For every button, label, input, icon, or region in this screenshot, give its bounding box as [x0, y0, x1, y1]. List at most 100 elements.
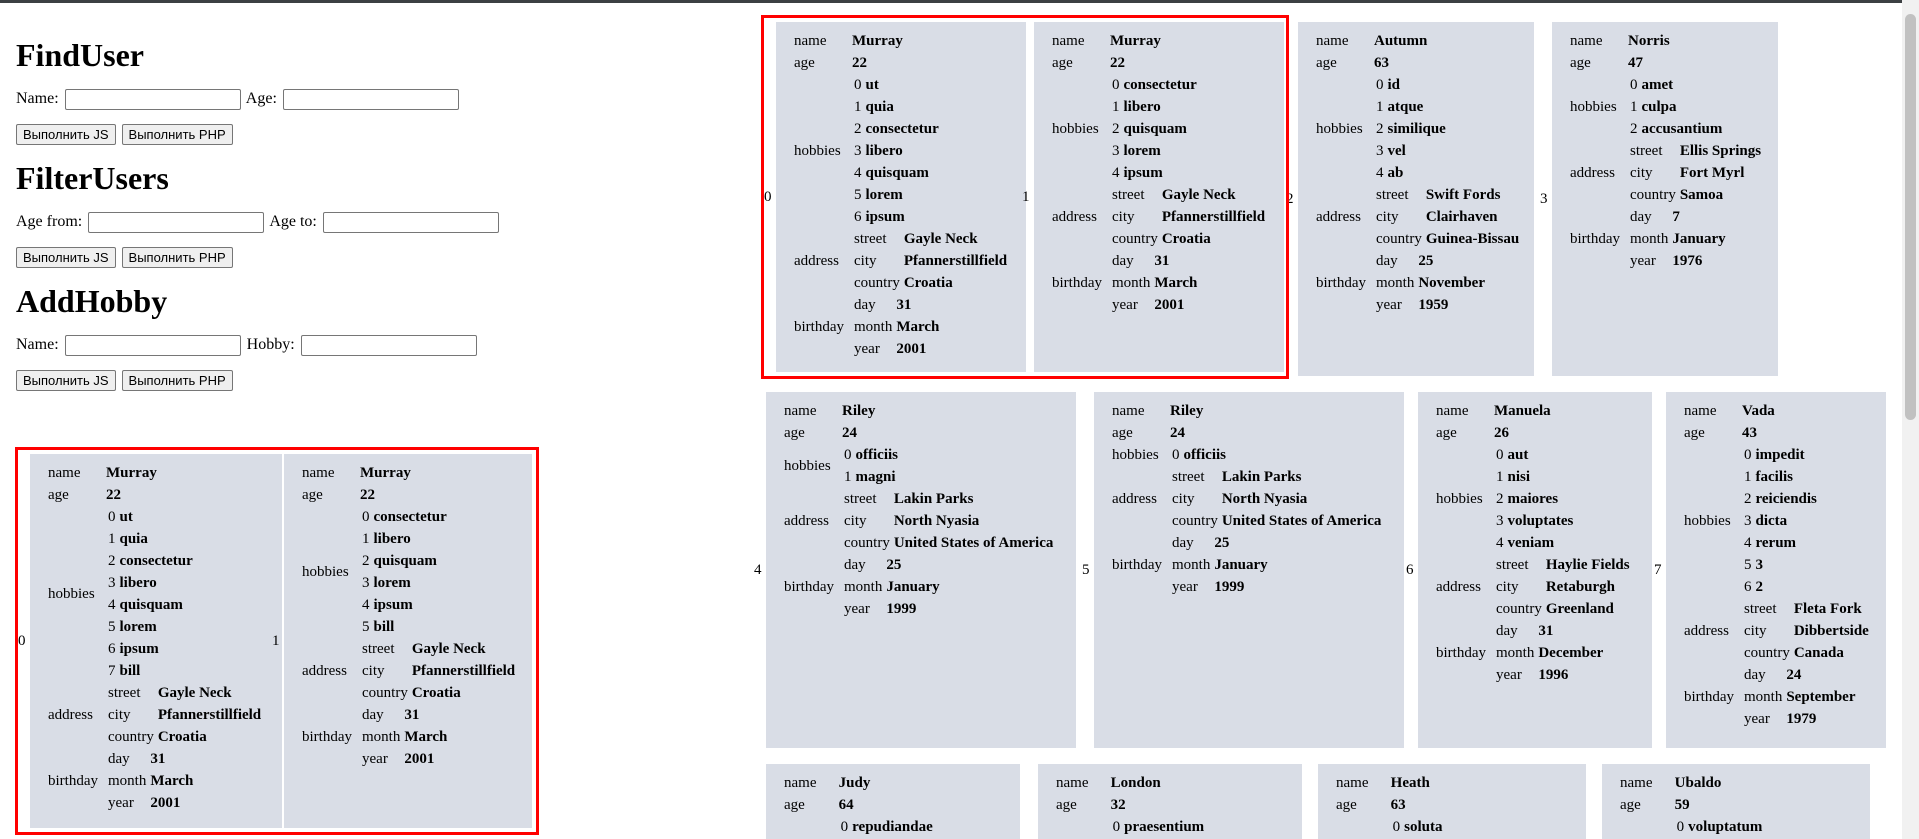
hobby-index: 0 — [1392, 819, 1401, 835]
field-value-cell: Judy — [835, 772, 939, 794]
user-age-value: 47 — [1628, 55, 1643, 71]
addhobby-js-button[interactable]: Выполнить JS — [16, 370, 116, 391]
address-row: city Pfannerstillfield — [360, 660, 517, 682]
birthday-value-cell: 31 — [1152, 250, 1199, 272]
field-value-cell: 22 — [102, 484, 267, 506]
hobby-index: 0 — [1172, 447, 1180, 463]
user-field-row: birthday day 31 month March year 2001 — [1048, 250, 1271, 316]
field-label-birthday: birthday — [1052, 275, 1102, 291]
hobby-value-cell: quia — [118, 528, 195, 550]
address-city-value: Pfannerstillfield — [157, 707, 262, 723]
field-value-cell: Murray — [848, 30, 1013, 52]
addhobby-hobby-input[interactable] — [300, 334, 477, 356]
user-field-row: name Murray — [790, 30, 1013, 52]
address-row: city Retaburgh — [1494, 576, 1632, 598]
field-label-cell: birthday — [1432, 620, 1490, 686]
address-row: country Croatia — [106, 726, 263, 748]
filterusers-php-button[interactable]: Выполнить PHP — [121, 247, 233, 268]
finduser-name-input[interactable] — [64, 88, 241, 110]
hobby-index: 5 — [1744, 557, 1752, 573]
user-table: nameLondonage32hobbies0praesentium — [1052, 772, 1210, 838]
address-label-cell: city — [1110, 206, 1160, 228]
addhobby-name-input[interactable] — [64, 334, 241, 356]
birthday-row: year 1996 — [1494, 664, 1605, 686]
birthday-row: month September — [1742, 686, 1858, 708]
hobby-row: 2 consectetur — [106, 550, 195, 572]
field-label-cell: address — [1566, 140, 1624, 206]
user-card: name Norris age 47 hobbies 0 amet 1 culpa 2 accusa… — [1552, 22, 1778, 376]
hobby-index: 4 — [854, 165, 862, 181]
filterusers-to-input[interactable] — [322, 211, 499, 233]
address-label-cell: street — [1742, 598, 1792, 620]
finduser-buttons: Выполнить JS Выполнить PHP — [16, 124, 736, 145]
address-table: street Fleta Fork city Dibbertside country Ca… — [1742, 598, 1871, 664]
filterusers-js-button[interactable]: Выполнить JS — [16, 247, 116, 268]
hobby-value: ipsum — [1123, 165, 1163, 181]
user-name-value: Murray — [1110, 33, 1161, 49]
birthday-day-value: 31 — [896, 297, 912, 313]
hobby-value-cell: accusantium — [1640, 118, 1725, 140]
filterusers-from-input[interactable] — [88, 211, 265, 233]
address-label-cell: street — [842, 488, 892, 510]
scrollbar-thumb[interactable] — [1905, 14, 1916, 420]
page-scrollbar[interactable] — [1902, 0, 1919, 839]
field-value-cell: Manuela — [1490, 400, 1636, 422]
hobby-row: 0 impedit — [1742, 444, 1819, 466]
address-label-cell: country — [106, 726, 156, 748]
user-card: name Riley age 24 hobbies 0 officiis address str… — [1094, 392, 1404, 748]
filterusers-title: FilterUsers — [16, 160, 169, 196]
address-row: street Lakin Parks — [1170, 466, 1383, 488]
address-country-value: Croatia — [411, 685, 461, 701]
addhobby-php-button[interactable]: Выполнить PHP — [121, 370, 233, 391]
user-card: name Vada age 43 hobbies 0 impedit 1 facilis 2 rei… — [1666, 392, 1886, 748]
hobby-value-cell: quisquam — [864, 162, 941, 184]
finduser-age-label: Age: — [245, 90, 277, 107]
field-value-cell: street Gayle Neck city Pfannerstillfield cou… — [356, 638, 521, 704]
address-value-cell: Croatia — [410, 682, 517, 704]
browser-top-bar — [0, 0, 1919, 3]
hobby-value-cell: lorem — [864, 184, 941, 206]
hobby-value: ab — [1387, 165, 1404, 181]
field-value-cell: 0 consectetur 1 libero 2 quisquam 3 lorem 4 ipsum… — [356, 506, 521, 638]
finduser-js-button[interactable]: Выполнить JS — [16, 124, 116, 145]
user-field-row: address street Lakin Parks city North Nyasia… — [780, 488, 1059, 554]
hobby-value: quia — [865, 99, 894, 115]
address-label-city: city — [1630, 165, 1653, 181]
hobby-row: 1 atque — [1374, 96, 1448, 118]
field-value-cell: day 31 month March year 2001 — [356, 704, 521, 770]
field-label-cell: address — [1680, 598, 1738, 664]
hobby-value: quisquam — [865, 165, 929, 181]
hobby-value-cell: repudiandae — [850, 816, 935, 838]
hobby-row: 2 consectetur — [852, 118, 941, 140]
birthday-row: month March — [1110, 272, 1199, 294]
hobby-value: amet — [1641, 77, 1674, 93]
field-value-cell: London — [1107, 772, 1211, 794]
field-label-age: age — [784, 425, 805, 441]
finduser-php-button[interactable]: Выполнить PHP — [121, 124, 233, 145]
address-row: country United States of America — [1170, 510, 1383, 532]
field-label-age: age — [1570, 55, 1591, 71]
user-card-body: name Manuela age 26 hobbies 0 aut 1 nisi 2 maiores… — [1418, 400, 1636, 686]
field-label-age: age — [1684, 425, 1705, 441]
hobby-index: 0 — [1376, 77, 1384, 93]
hobby-value: magni — [855, 469, 896, 485]
finduser-age-input[interactable] — [282, 88, 459, 110]
birthday-label-cell: month — [360, 726, 402, 748]
hobby-row: 2 similique — [1374, 118, 1448, 140]
birthday-value-cell: December — [1536, 642, 1605, 664]
user-field-row: hobbies 0 consectetur 1 libero 2 quisquam 3 lore… — [298, 506, 521, 638]
birthday-label-cell: day — [1628, 206, 1670, 228]
user-name-value: Manuela — [1494, 403, 1551, 419]
field-label-cell: birthday — [44, 748, 102, 814]
birthday-year-value: 1979 — [1786, 711, 1817, 727]
user-field-row: name Riley — [1108, 400, 1387, 422]
field-label-name: name — [48, 465, 81, 481]
birthday-value-cell: 31 — [894, 294, 941, 316]
birthday-value-cell: March — [894, 316, 941, 338]
birthday-day-value: 25 — [1418, 253, 1434, 269]
address-value-cell: Pfannerstillfield — [1160, 206, 1267, 228]
hobby-row: 0 ut — [106, 506, 195, 528]
birthday-year-value: 2001 — [896, 341, 927, 357]
hobby-index: 4 — [1376, 165, 1384, 181]
address-value-cell: Greenland — [1544, 598, 1632, 620]
